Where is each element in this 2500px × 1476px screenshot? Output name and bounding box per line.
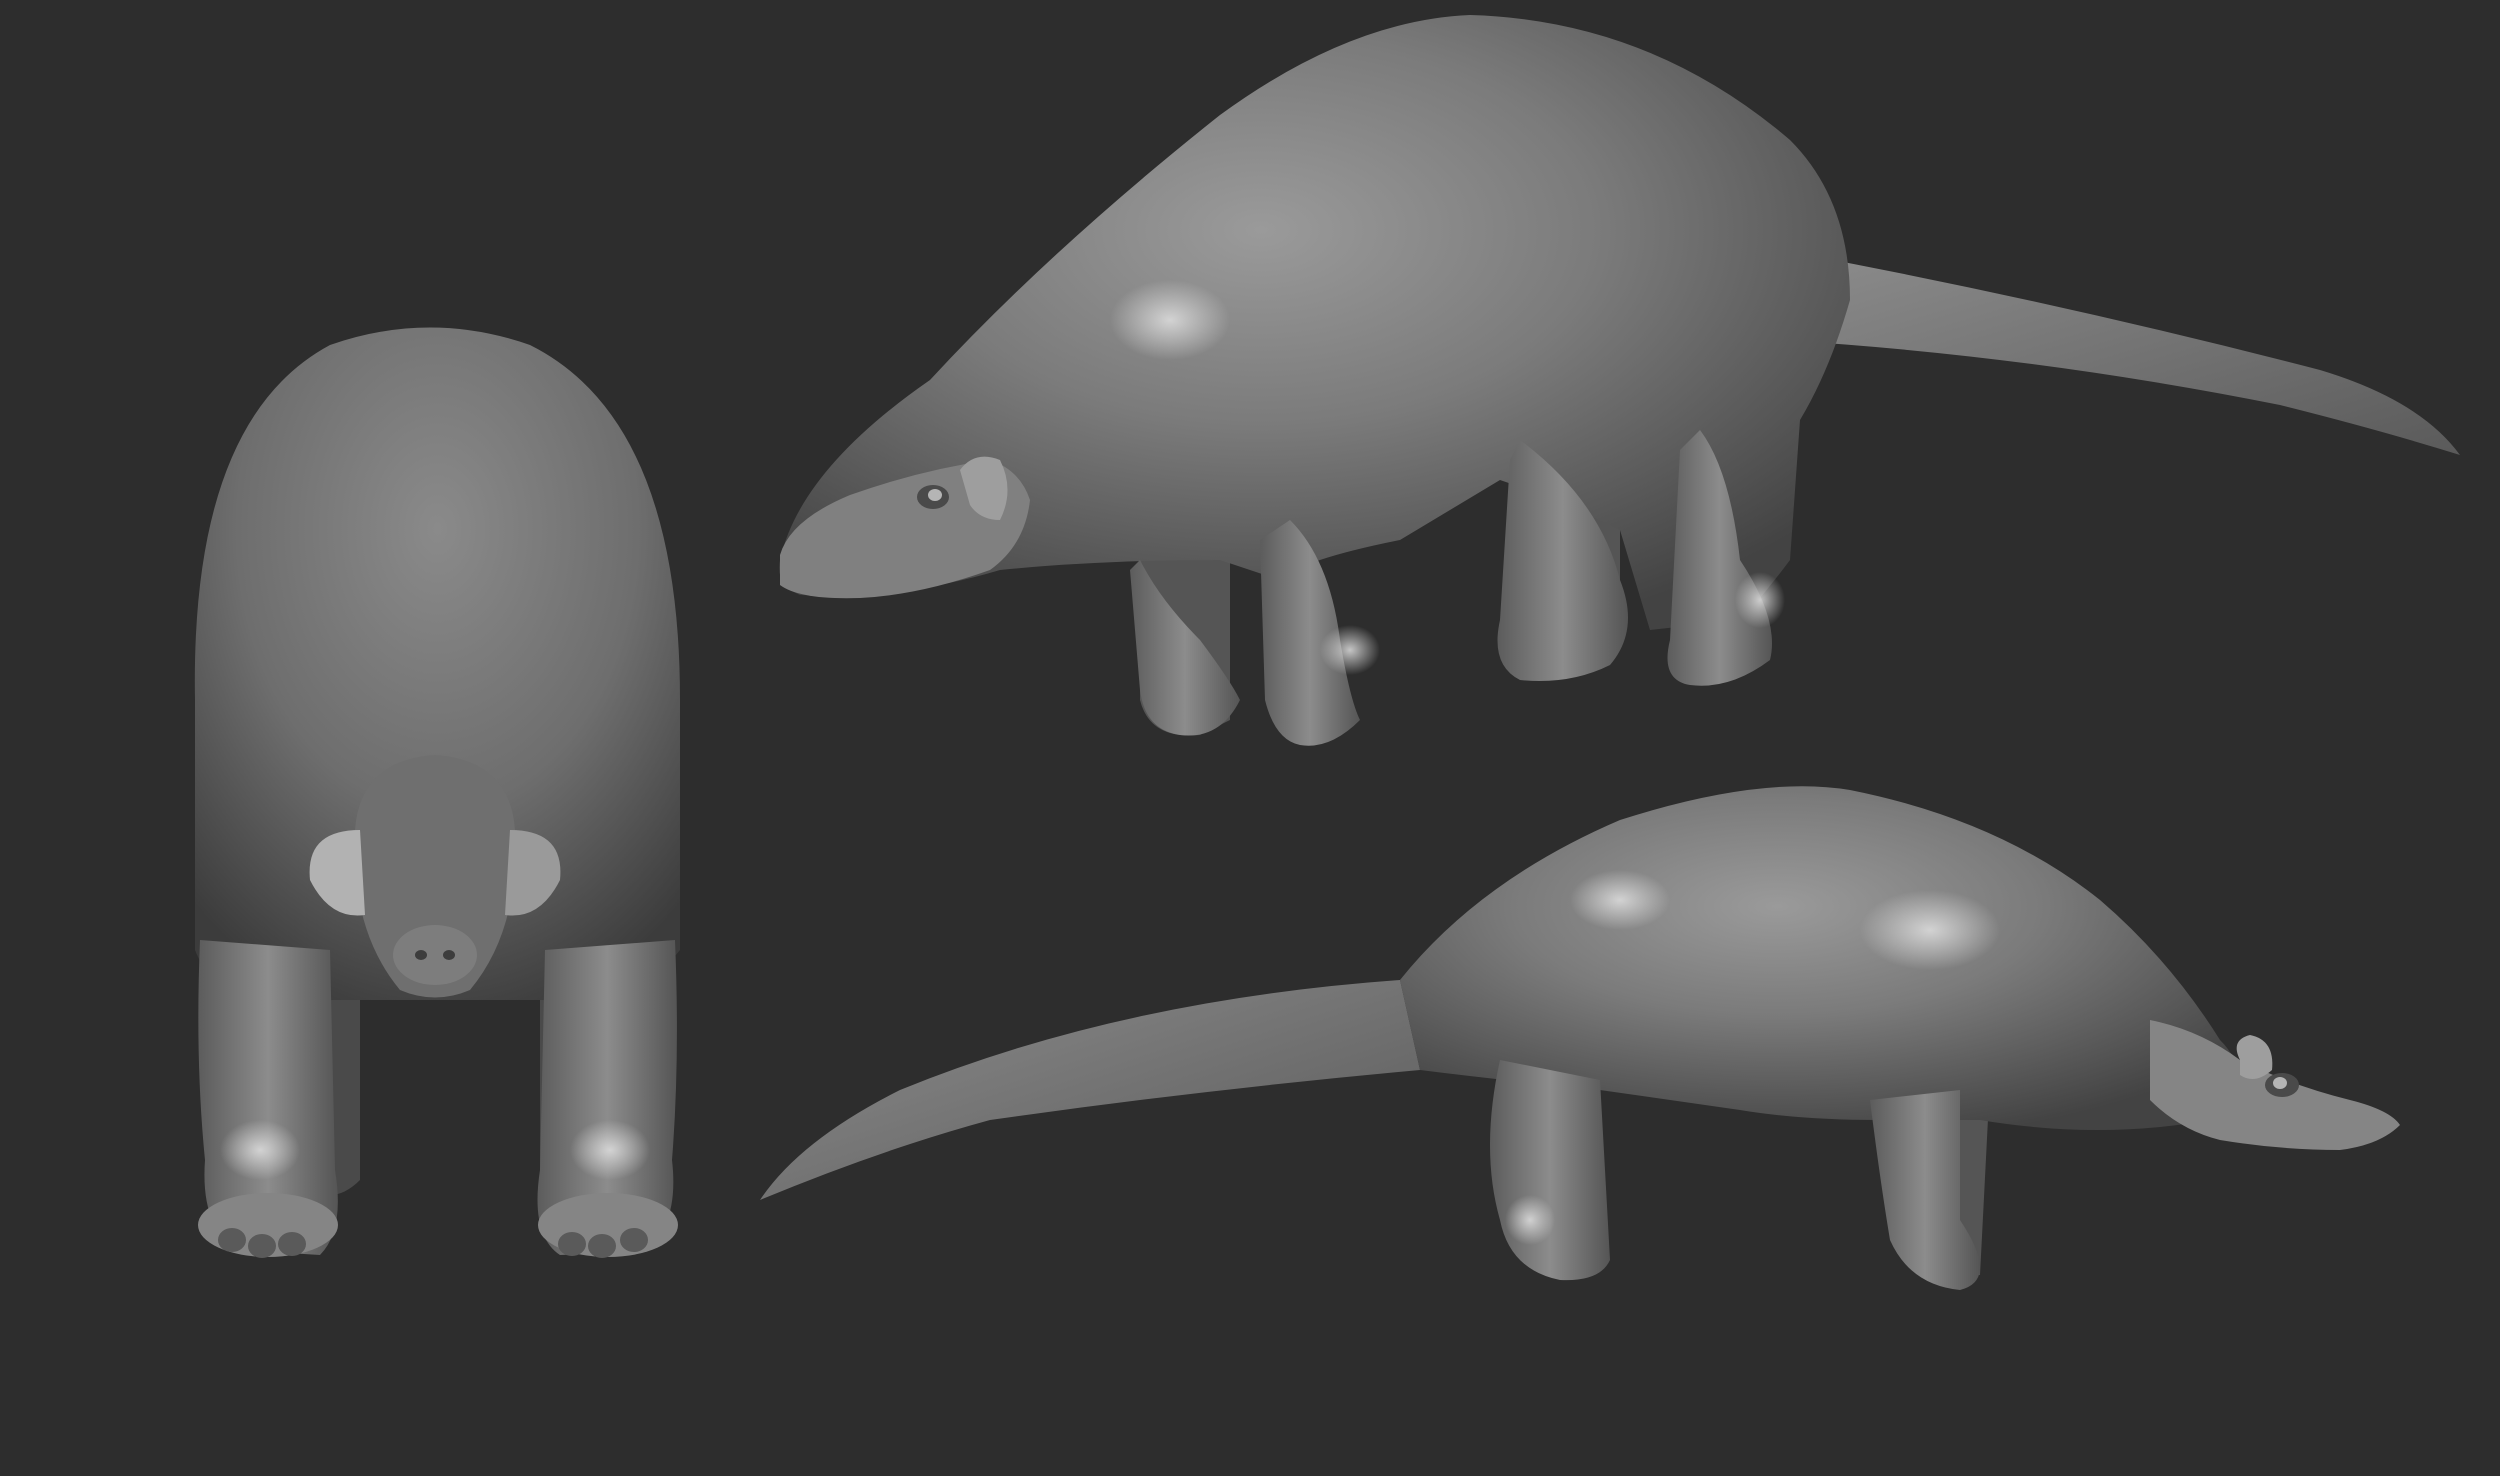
side-view-top-model [779,15,2460,746]
front-view-snout [393,925,477,985]
bottom-view-near-rear-leg [1490,1060,1610,1281]
front-view-model [194,327,681,1258]
top-view-tail [1780,250,2460,455]
bottom-view-ear [2236,1035,2273,1079]
render-viewport [0,0,2500,1476]
sculpt-scene [194,15,2460,1290]
bottom-view-tail [760,980,1420,1200]
side-view-bottom-model [760,786,2400,1290]
